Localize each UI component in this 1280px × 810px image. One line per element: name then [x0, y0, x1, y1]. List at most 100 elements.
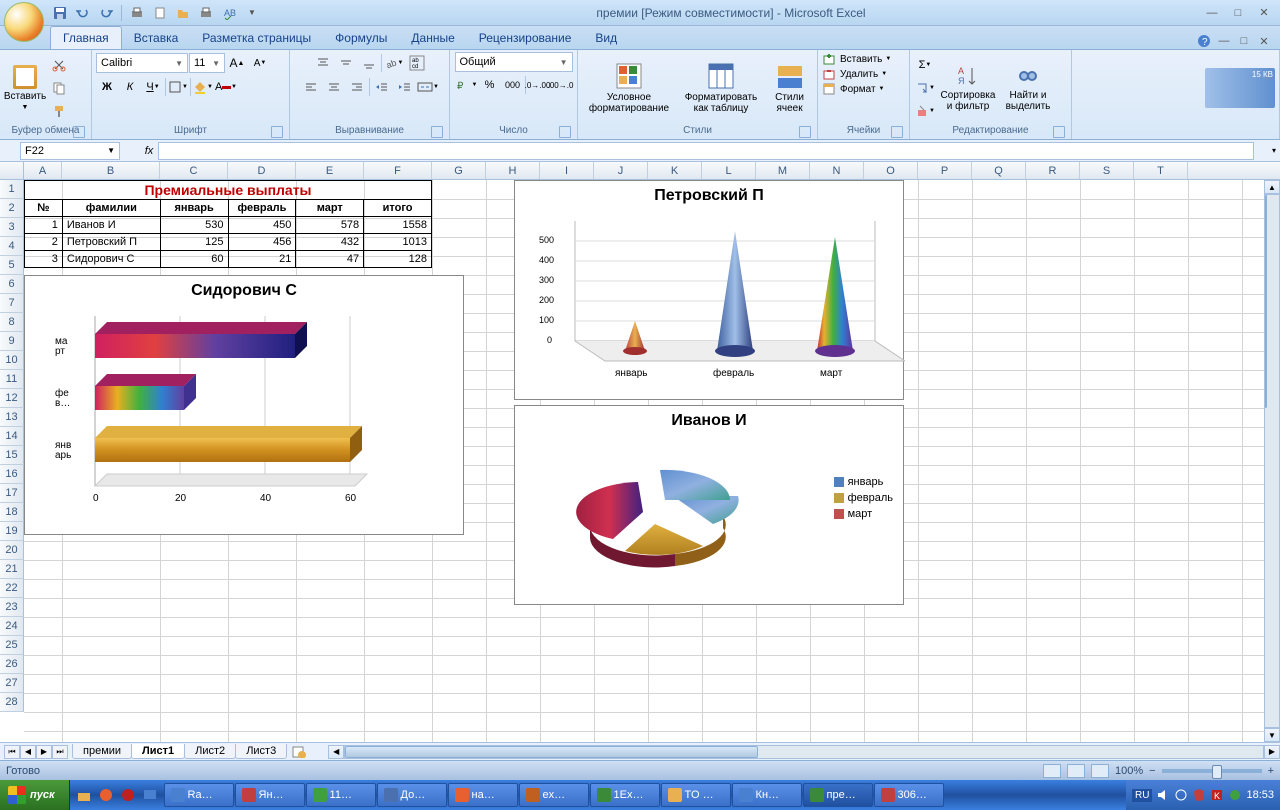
- row-header-19[interactable]: 19: [0, 522, 24, 541]
- bold-icon[interactable]: Ж: [96, 76, 118, 98]
- vertical-scrollbar[interactable]: ▲ ▼: [1264, 180, 1280, 742]
- tab-nav-first-icon[interactable]: ⏮: [4, 745, 20, 759]
- print-preview-icon[interactable]: [127, 3, 147, 23]
- row-header-21[interactable]: 21: [0, 560, 24, 579]
- wrap-text-icon[interactable]: abcd: [406, 52, 428, 74]
- task-button[interactable]: Ян…: [235, 783, 305, 807]
- row-header-9[interactable]: 9: [0, 332, 24, 351]
- tab-nav-last-icon[interactable]: ⏭: [52, 745, 68, 759]
- fill-color-icon[interactable]: ▼: [192, 76, 214, 98]
- row-header-16[interactable]: 16: [0, 465, 24, 484]
- task-button[interactable]: пре…: [803, 783, 873, 807]
- format-cells-button[interactable]: Формат▼: [822, 82, 884, 96]
- zoom-slider[interactable]: [1162, 769, 1262, 773]
- format-as-table-button[interactable]: Форматировать как таблицу: [678, 55, 764, 121]
- worksheet-grid[interactable]: ABCDEFGHIJKLMNOPQRST 1234567891011121314…: [0, 162, 1280, 742]
- row-header-27[interactable]: 27: [0, 674, 24, 693]
- save-icon[interactable]: [50, 3, 70, 23]
- chart-ivanov[interactable]: Иванов И: [514, 405, 904, 605]
- align-top-icon[interactable]: [312, 52, 334, 74]
- row-header-10[interactable]: 10: [0, 351, 24, 370]
- task-button[interactable]: 11…: [306, 783, 376, 807]
- delete-cells-button[interactable]: Удалить▼: [822, 67, 887, 81]
- col-header-K[interactable]: K: [648, 162, 702, 179]
- col-header-L[interactable]: L: [702, 162, 756, 179]
- align-left-icon[interactable]: [300, 76, 322, 98]
- col-header-B[interactable]: B: [62, 162, 160, 179]
- scroll-up-icon[interactable]: ▲: [1264, 180, 1280, 194]
- minimize-button[interactable]: —: [1200, 4, 1224, 22]
- ql-media-icon[interactable]: [96, 783, 116, 807]
- col-header-A[interactable]: A: [24, 162, 62, 179]
- font-size-combo[interactable]: 11▼: [189, 53, 225, 73]
- tab-insert[interactable]: Вставка: [122, 27, 191, 49]
- increase-decimal-icon[interactable]: .0→.00: [527, 74, 549, 96]
- row-header-13[interactable]: 13: [0, 408, 24, 427]
- col-header-D[interactable]: D: [228, 162, 296, 179]
- col-header-R[interactable]: R: [1026, 162, 1080, 179]
- sheet-tab-Лист1[interactable]: Лист1: [131, 744, 185, 759]
- task-button[interactable]: Кн…: [732, 783, 802, 807]
- name-box[interactable]: F22▼: [20, 142, 120, 160]
- col-header-O[interactable]: O: [864, 162, 918, 179]
- chart-sidorovich[interactable]: Сидорович С: [24, 275, 464, 535]
- clock[interactable]: 18:53: [1246, 789, 1274, 801]
- row-header-22[interactable]: 22: [0, 579, 24, 598]
- fx-icon[interactable]: fx: [140, 142, 158, 160]
- row-header-18[interactable]: 18: [0, 503, 24, 522]
- align-right-icon[interactable]: [346, 76, 368, 98]
- decrease-decimal-icon[interactable]: .00→.0: [550, 74, 572, 96]
- start-button[interactable]: пуск: [0, 780, 70, 810]
- help-icon[interactable]: ?: [1196, 33, 1212, 49]
- row-header-3[interactable]: 3: [0, 218, 24, 237]
- row-header-17[interactable]: 17: [0, 484, 24, 503]
- office-button[interactable]: [4, 2, 44, 42]
- zoom-level[interactable]: 100%: [1115, 765, 1143, 777]
- row-header-26[interactable]: 26: [0, 655, 24, 674]
- find-select-button[interactable]: Найти и выделить: [1000, 55, 1056, 121]
- copy-icon[interactable]: [48, 77, 70, 99]
- ql-desktop-icon[interactable]: [140, 783, 160, 807]
- col-header-T[interactable]: T: [1134, 162, 1188, 179]
- row-header-24[interactable]: 24: [0, 617, 24, 636]
- row-header-14[interactable]: 14: [0, 427, 24, 446]
- row-header-11[interactable]: 11: [0, 370, 24, 389]
- increase-indent-icon[interactable]: [394, 76, 416, 98]
- underline-icon[interactable]: Ч▼: [142, 76, 164, 98]
- sheet-tab-Лист3[interactable]: Лист3: [235, 744, 287, 759]
- row-header-28[interactable]: 28: [0, 693, 24, 712]
- col-header-H[interactable]: H: [486, 162, 540, 179]
- undo-icon[interactable]: [73, 3, 93, 23]
- scroll-down-icon[interactable]: ▼: [1264, 728, 1280, 742]
- tab-home[interactable]: Главная: [50, 26, 122, 49]
- col-header-Q[interactable]: Q: [972, 162, 1026, 179]
- new-icon[interactable]: [150, 3, 170, 23]
- col-header-F[interactable]: F: [364, 162, 432, 179]
- task-button[interactable]: на…: [448, 783, 518, 807]
- zoom-in-icon[interactable]: +: [1268, 765, 1274, 777]
- chart-petrovsky[interactable]: Петровский П: [514, 180, 904, 400]
- tab-formulas[interactable]: Формулы: [323, 27, 399, 49]
- scroll-right-icon[interactable]: ▶: [1264, 745, 1280, 759]
- col-header-E[interactable]: E: [296, 162, 364, 179]
- align-center-icon[interactable]: [323, 76, 345, 98]
- doc-close-icon[interactable]: ✕: [1256, 33, 1272, 49]
- tab-nav-prev-icon[interactable]: ◀: [20, 745, 36, 759]
- task-button[interactable]: 306…: [874, 783, 944, 807]
- spellcheck-icon[interactable]: ABC: [219, 3, 239, 23]
- border-icon[interactable]: ▼: [167, 76, 189, 98]
- task-button[interactable]: 1Ex…: [590, 783, 660, 807]
- ql-explorer-icon[interactable]: [74, 783, 94, 807]
- col-header-C[interactable]: C: [160, 162, 228, 179]
- col-header-I[interactable]: I: [540, 162, 594, 179]
- paste-button[interactable]: Вставить ▼: [4, 55, 46, 121]
- task-button[interactable]: Ra…: [164, 783, 234, 807]
- close-button[interactable]: ✕: [1252, 4, 1276, 22]
- qat-dropdown-icon[interactable]: ▼: [242, 3, 262, 23]
- ql-opera-icon[interactable]: [118, 783, 138, 807]
- doc-minimize-icon[interactable]: —: [1216, 33, 1232, 49]
- maximize-button[interactable]: □: [1226, 4, 1250, 22]
- quick-print-icon[interactable]: [196, 3, 216, 23]
- row-header-12[interactable]: 12: [0, 389, 24, 408]
- format-painter-icon[interactable]: [48, 100, 70, 122]
